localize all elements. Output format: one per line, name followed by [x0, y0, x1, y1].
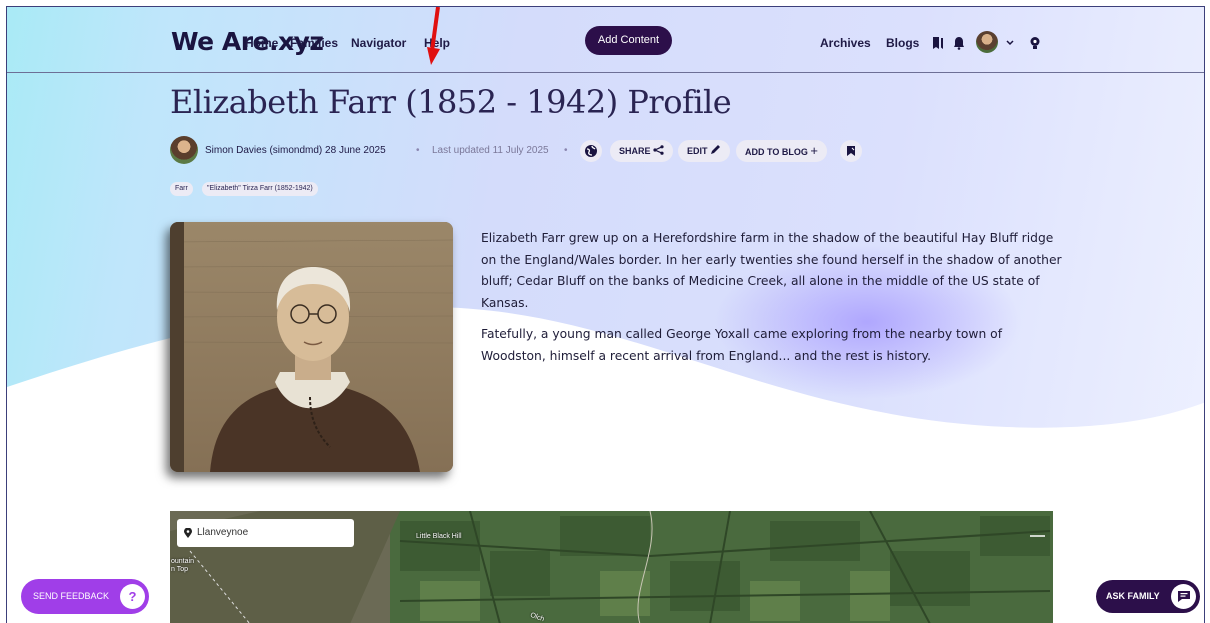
annotation-arrow: [427, 7, 440, 65]
plus-icon: +: [810, 143, 818, 158]
bookmarks-icon[interactable]: [932, 36, 944, 53]
nav-families[interactable]: Families: [290, 36, 338, 50]
author-avatar[interactable]: [170, 136, 198, 164]
tag-chip[interactable]: "Elizabeth" Tirza Farr (1852-1942): [202, 182, 318, 196]
bell-icon[interactable]: [953, 36, 965, 53]
bookmark-icon[interactable]: [840, 140, 862, 162]
edit-button[interactable]: EDIT: [678, 140, 731, 162]
nav-archives[interactable]: Archives: [820, 36, 871, 50]
nav-navigator[interactable]: Navigator: [351, 36, 406, 50]
share-icon: [653, 145, 664, 155]
tag-chip[interactable]: Farr: [170, 182, 193, 196]
separator-dot: •: [564, 145, 568, 156]
separator-dot: •: [416, 145, 420, 156]
map-label: ountain: [171, 558, 194, 565]
bio-paragraph: Fatefully, a young man called George Yox…: [481, 327, 1003, 363]
page-frame: We Are.xyz Home Families Navigator Help …: [6, 6, 1205, 623]
question-icon: ?: [120, 584, 145, 609]
chevron-down-icon[interactable]: [1005, 36, 1015, 53]
map-location-search[interactable]: Llanveynoe: [177, 519, 354, 547]
share-button[interactable]: SHARE: [610, 140, 674, 162]
post-date: 28 June 2025: [325, 145, 386, 156]
chat-icon: [1171, 584, 1196, 609]
bio-paragraph: Elizabeth Farr grew up on a Herefordshir…: [481, 231, 1062, 310]
map-label: n Top: [171, 566, 188, 573]
profile-meta: Simon Davies (simondmd) 28 June 2025 • L…: [170, 136, 1070, 164]
add-content-button[interactable]: Add Content: [585, 26, 672, 55]
globe-icon[interactable]: [580, 140, 602, 162]
send-feedback-button[interactable]: SEND FEEDBACK ?: [21, 579, 149, 614]
last-updated: Last updated 11 July 2025: [432, 145, 549, 156]
page-title: Elizabeth Farr (1852 - 1942) Profile: [170, 83, 732, 121]
profile-photo: [170, 222, 453, 472]
nav-home[interactable]: Home: [245, 36, 278, 50]
pencil-icon: [711, 145, 721, 154]
ask-family-button[interactable]: ASK FAMILY: [1096, 580, 1200, 613]
profile-bio: Elizabeth Farr grew up on a Herefordshir…: [481, 228, 1066, 377]
map-label-hill: Little Black Hill: [416, 533, 462, 540]
add-to-blog-button[interactable]: ADD TO BLOG +: [736, 140, 827, 162]
lightbulb-icon[interactable]: [1029, 36, 1041, 53]
top-navigation: We Are.xyz Home Families Navigator Help …: [7, 7, 1204, 73]
map-view[interactable]: Llanveynoe Little Black Hill ountain n T…: [170, 511, 1053, 623]
nav-blogs[interactable]: Blogs: [886, 36, 919, 50]
author-name[interactable]: Simon Davies (simondmd) 28 June 2025: [205, 145, 386, 156]
avatar[interactable]: [976, 31, 998, 53]
